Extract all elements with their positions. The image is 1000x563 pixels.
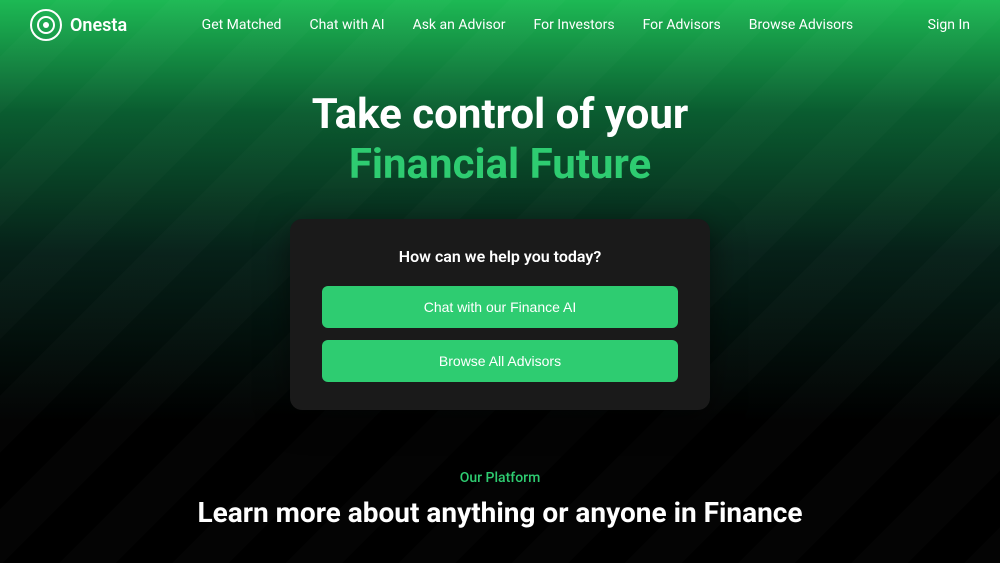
nav-for-advisors[interactable]: For Advisors — [643, 17, 721, 33]
platform-section: Our Platform Learn more about anything o… — [0, 470, 1000, 529]
browse-all-advisors-button[interactable]: Browse All Advisors — [322, 340, 678, 382]
nav-links: Get Matched Chat with AI Ask an Advisor … — [202, 17, 853, 33]
logo[interactable]: Onesta — [30, 9, 127, 41]
navbar: Onesta Get Matched Chat with AI Ask an A… — [0, 0, 1000, 50]
logo-icon — [30, 9, 62, 41]
nav-ask-advisor[interactable]: Ask an Advisor — [413, 17, 506, 33]
signin-link[interactable]: Sign In — [928, 17, 970, 33]
nav-browse-advisors[interactable]: Browse Advisors — [749, 17, 853, 33]
hero-title-line2: Financial Future — [0, 140, 1000, 190]
nav-for-investors[interactable]: For Investors — [534, 17, 615, 33]
hero-section: Take control of your Financial Future Ho… — [0, 50, 1000, 410]
platform-title: Learn more about anything or anyone in F… — [0, 496, 1000, 529]
platform-label: Our Platform — [0, 470, 1000, 486]
nav-chat-ai[interactable]: Chat with AI — [309, 17, 384, 33]
action-card: How can we help you today? Chat with our… — [290, 219, 710, 410]
hero-title-line1: Take control of your — [0, 90, 1000, 140]
card-question: How can we help you today? — [322, 247, 678, 266]
logo-text: Onesta — [70, 15, 127, 36]
chat-finance-ai-button[interactable]: Chat with our Finance AI — [322, 286, 678, 328]
page-wrapper: Onesta Get Matched Chat with AI Ask an A… — [0, 0, 1000, 563]
nav-get-matched[interactable]: Get Matched — [202, 17, 282, 33]
